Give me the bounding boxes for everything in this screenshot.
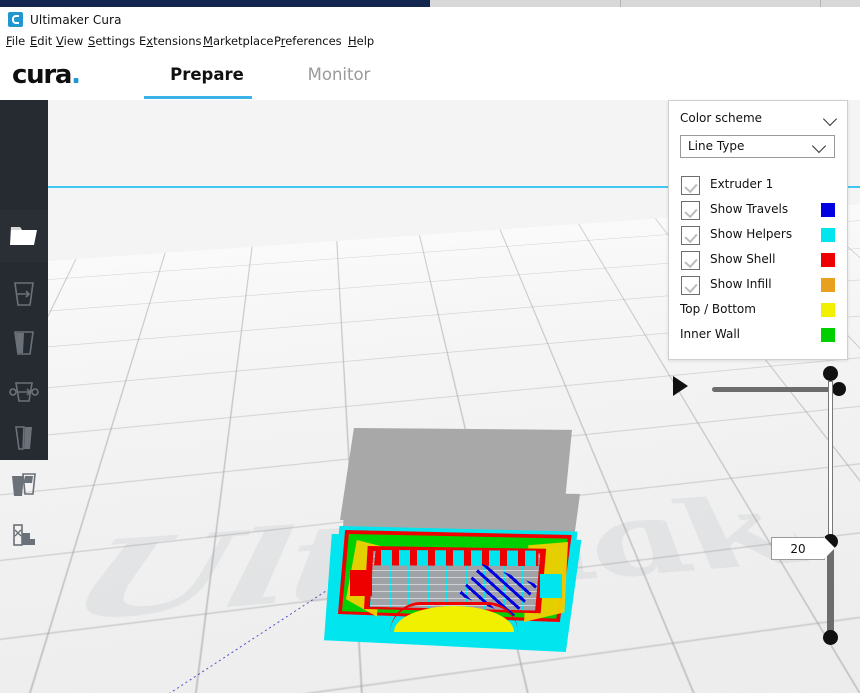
move-tool-button[interactable] <box>0 270 48 319</box>
path-slider-track <box>712 387 838 392</box>
menu-item-marketplace[interactable]: Marketplace <box>203 34 274 48</box>
layer-slider-track-upper <box>828 381 833 541</box>
legend-row-show-travels[interactable]: Show Travels <box>669 198 849 223</box>
color-scheme-panel-title: Color scheme <box>680 111 763 125</box>
title-bar: Ultimaker Cura <box>0 7 860 31</box>
color-swatch-travels <box>821 203 835 217</box>
legend-label: Top / Bottom <box>680 302 756 316</box>
play-simulation-button[interactable] <box>670 375 692 397</box>
legend-label: Show Travels <box>710 202 789 216</box>
legend-label: Extruder 1 <box>710 177 774 191</box>
sliced-model[interactable] <box>318 428 590 656</box>
model-shell-teeth <box>374 550 539 566</box>
menu-bar: File Edit View Settings Extensions Marke… <box>0 31 860 53</box>
cura-wordmark-dot: . <box>71 60 81 90</box>
model-shell-arc <box>390 602 518 633</box>
layer-slider-handle-bottom[interactable] <box>823 630 838 645</box>
layer-slider-handle-top[interactable] <box>823 366 838 381</box>
left-toolbar <box>0 100 48 546</box>
layer-slider[interactable]: 20 <box>771 366 840 646</box>
cura-logo-icon <box>8 12 23 27</box>
support-blocker-button[interactable] <box>0 511 48 560</box>
layer-slider-value-tooltip[interactable]: 20 <box>771 537 835 560</box>
window-chrome-active-region <box>0 0 430 7</box>
chevron-down-icon[interactable] <box>822 111 838 127</box>
menu-item-preferences[interactable]: Preferences <box>274 34 342 48</box>
window-chrome-segment <box>620 0 821 7</box>
checkbox-show-travels[interactable] <box>681 201 700 220</box>
model-notch-left <box>350 570 372 596</box>
menu-item-view[interactable]: View <box>56 34 83 48</box>
menu-item-settings[interactable]: Settings <box>88 34 135 48</box>
color-swatch-helpers <box>821 228 835 242</box>
menu-item-file[interactable]: File <box>6 34 25 48</box>
per-model-settings-button[interactable] <box>0 462 48 511</box>
window-chrome-strip <box>0 0 860 7</box>
line-type-legend: Extruder 1 Show Travels Show Helpers Sho… <box>669 173 849 348</box>
layer-slider-value: 20 <box>790 542 806 556</box>
travel-path-line <box>169 573 353 693</box>
legend-label: Show Helpers <box>710 227 793 241</box>
legend-row-inner-wall: Inner Wall <box>669 323 849 348</box>
cura-wordmark-text: cura <box>12 60 72 90</box>
scale-tool-button[interactable] <box>0 319 48 368</box>
legend-label: Show Shell <box>710 252 776 266</box>
color-scheme-panel: Color scheme Line Type Extruder 1 Show T… <box>668 100 848 360</box>
menu-item-help[interactable]: Help <box>348 34 374 48</box>
checkbox-show-helpers[interactable] <box>681 226 700 245</box>
cura-wordmark: cura. <box>12 60 81 90</box>
legend-row-show-infill[interactable]: Show Infill <box>669 273 849 298</box>
chevron-down-icon <box>811 138 827 154</box>
legend-label: Inner Wall <box>680 327 740 341</box>
color-scheme-select[interactable]: Line Type <box>680 135 835 158</box>
legend-row-show-helpers[interactable]: Show Helpers <box>669 223 849 248</box>
legend-row-extruder-1[interactable]: Extruder 1 <box>669 173 849 198</box>
checkbox-show-shell[interactable] <box>681 251 700 270</box>
color-swatch-top-bottom <box>821 303 835 317</box>
tab-active-underline <box>144 96 252 99</box>
color-swatch-inner-wall <box>821 328 835 342</box>
tab-prepare[interactable]: Prepare <box>162 65 252 84</box>
layer-slider-handle-current[interactable]: 20 <box>771 534 838 560</box>
model-notch-right <box>540 574 562 598</box>
cura-application-window: Ultimaker Cura File Edit View Settings E… <box>0 0 860 693</box>
color-swatch-infill <box>821 278 835 292</box>
tab-monitor[interactable]: Monitor <box>294 65 384 84</box>
checkbox-extruder-1[interactable] <box>681 176 700 195</box>
checkbox-show-infill[interactable] <box>681 276 700 295</box>
menu-item-extensions[interactable]: Extensions <box>139 34 201 48</box>
open-file-button[interactable] <box>0 210 48 262</box>
legend-label: Show Infill <box>710 277 772 291</box>
window-title: Ultimaker Cura <box>30 13 122 27</box>
app-header: cura. Prepare Monitor Layer view <box>0 52 860 137</box>
menu-item-edit[interactable]: Edit <box>30 34 52 48</box>
window-chrome-segment <box>430 0 621 7</box>
rotate-tool-button[interactable] <box>0 368 48 417</box>
legend-row-show-shell[interactable]: Show Shell <box>669 248 849 273</box>
color-scheme-select-value: Line Type <box>688 139 745 153</box>
legend-row-top-bottom: Top / Bottom <box>669 298 849 323</box>
color-swatch-shell <box>821 253 835 267</box>
mirror-tool-button[interactable] <box>0 414 48 463</box>
